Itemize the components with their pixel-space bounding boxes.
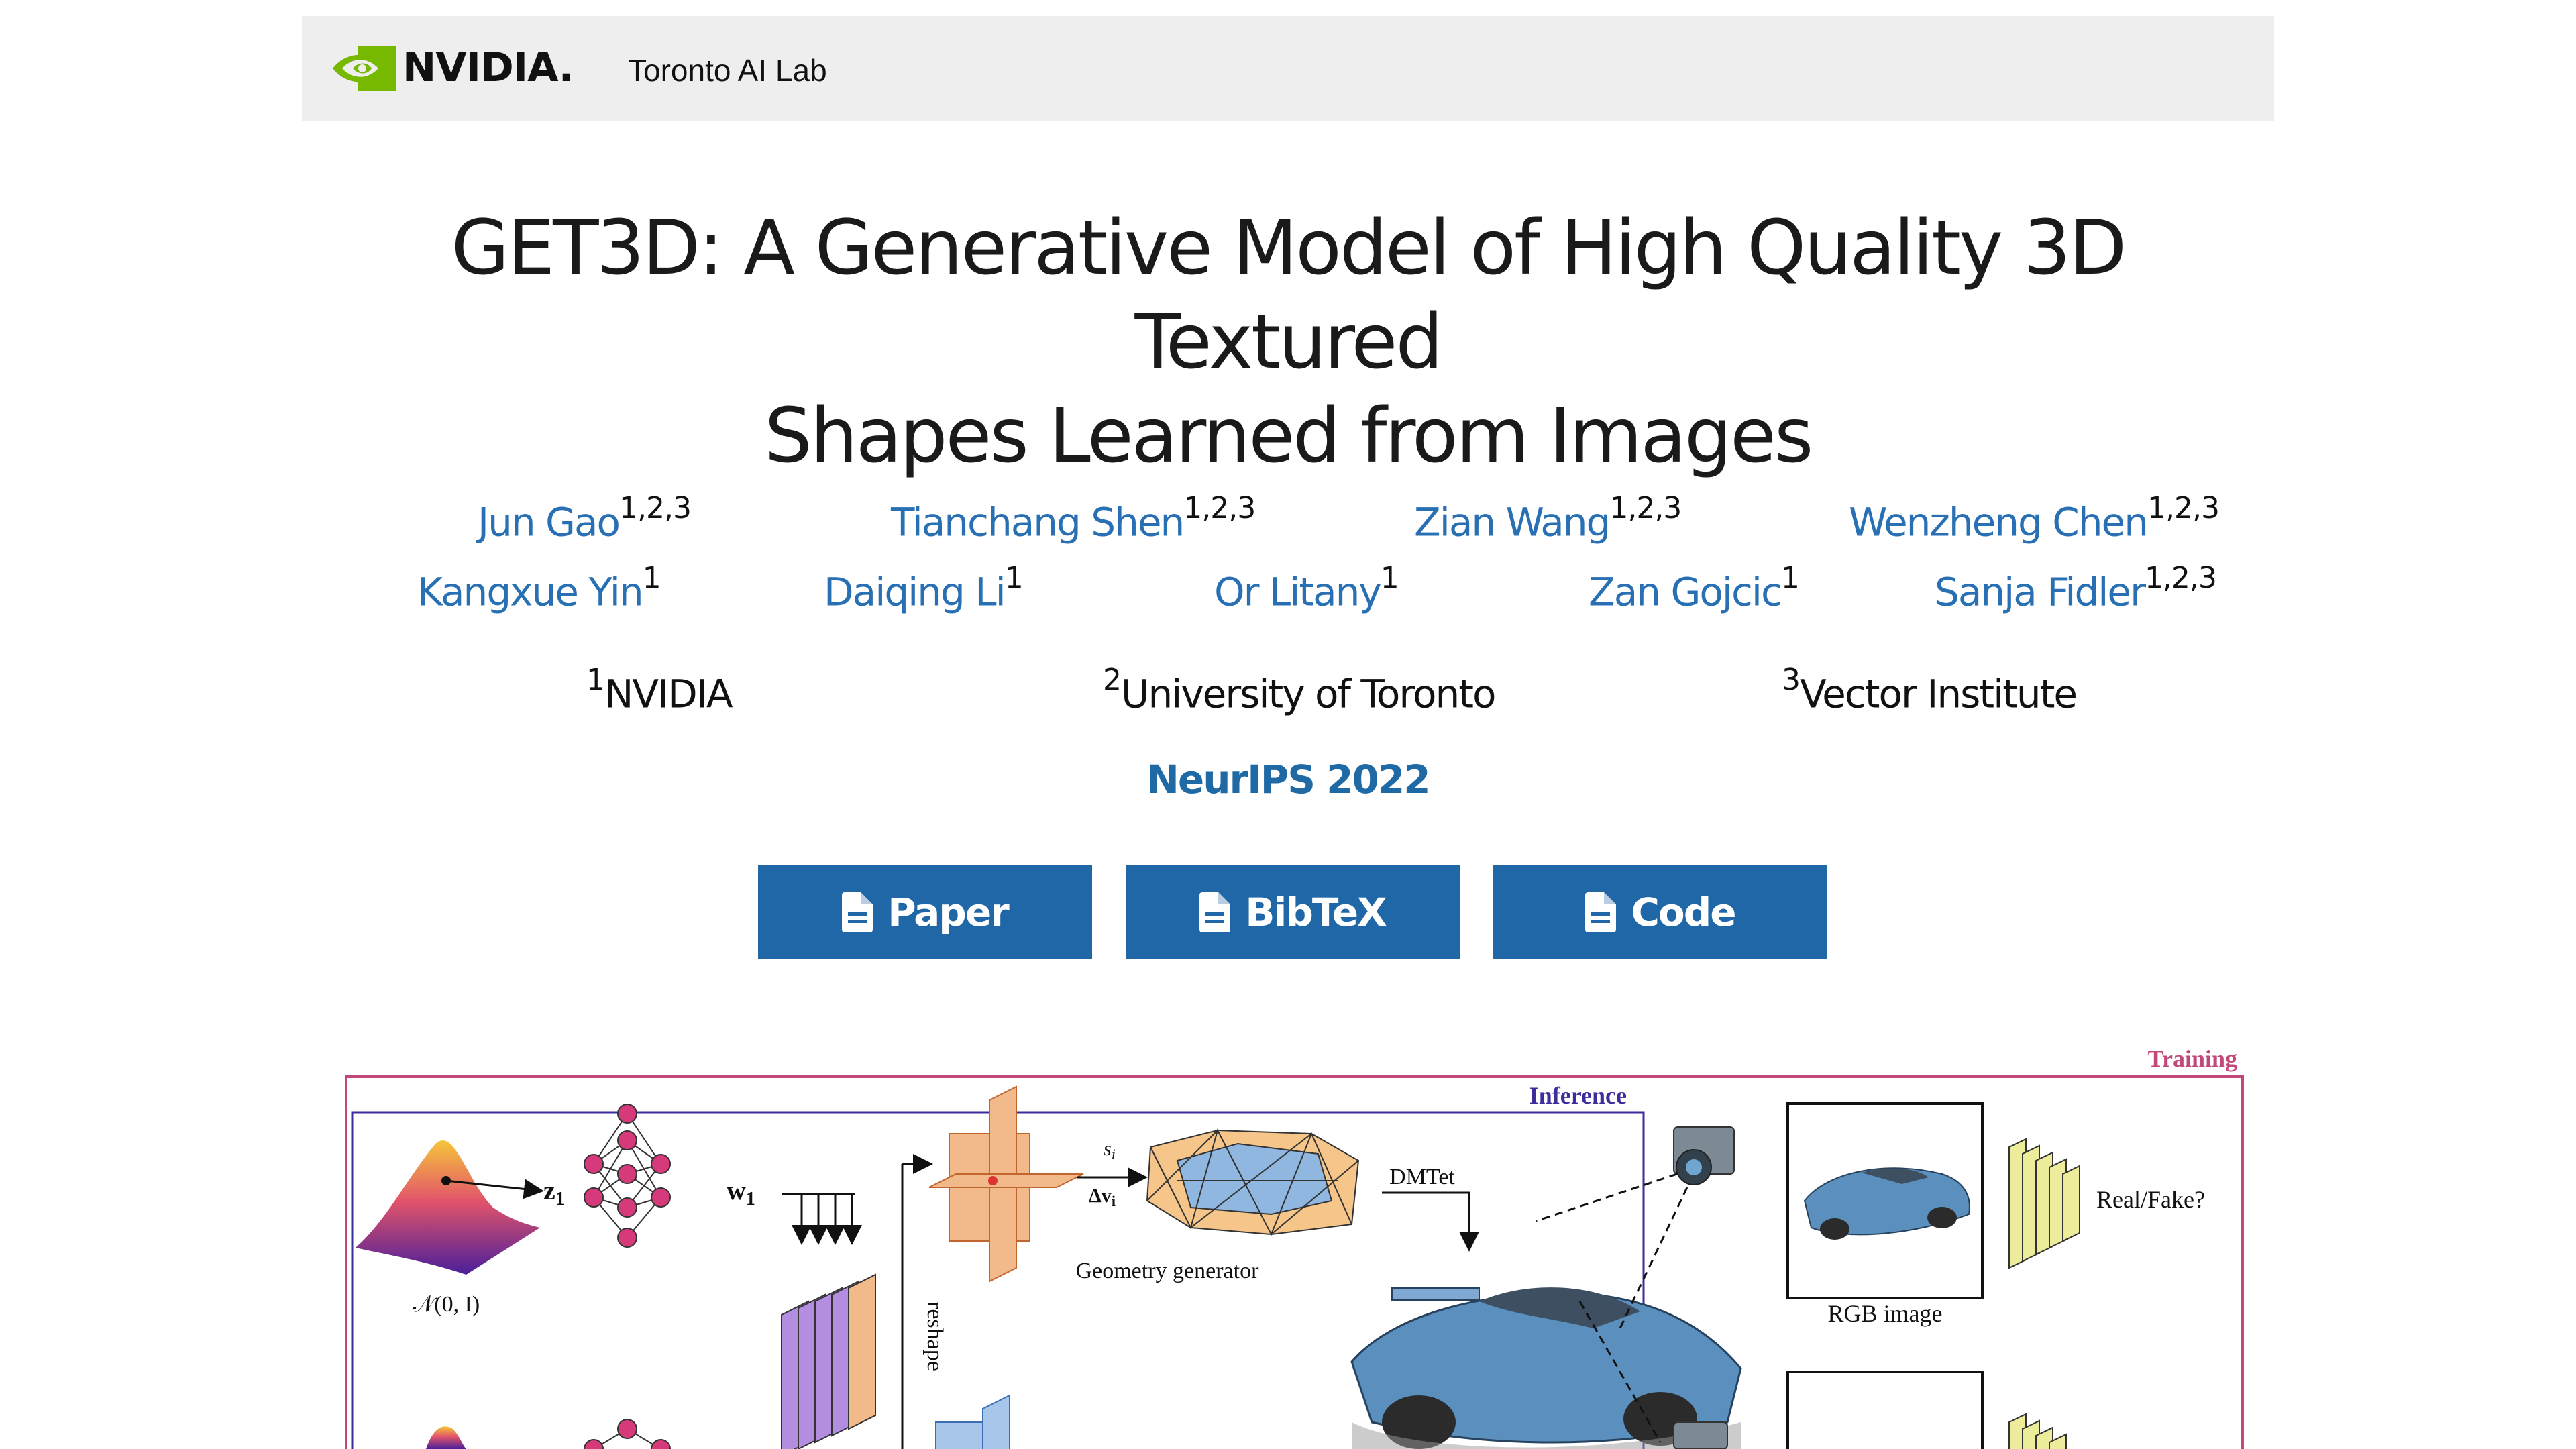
dmtet-tetrahedral-grid-icon [1146,1128,1360,1236]
author-name[interactable]: Or Litany [1214,569,1382,614]
title-line-1: GET3D: A Generative Model of High Qualit… [451,205,2127,386]
author-name[interactable]: Tianchang Shen [891,499,1185,545]
author-name[interactable]: Daiqing Li [824,569,1006,614]
file-icon [1199,892,1231,932]
venue-label: NeurIPS 2022 [1146,757,1430,802]
nvidia-eye-logo-icon[interactable] [333,46,396,91]
dmtet-label: DMTet [1389,1165,1455,1189]
rgb-image-label: RGB image [1828,1300,1943,1327]
author-affiliation-index: 1,2,3 [2147,491,2220,525]
author-link-jun-gao[interactable]: Jun Gao1,2,3 [478,491,692,545]
real-fake-label: Real/Fake? [2096,1186,2205,1213]
header-bar: NVIDIA. Toronto AI Lab [302,16,2274,121]
author-link-kangxue-yin[interactable]: Kangxue Yin1 [417,561,661,614]
author-link-sanja-fidler[interactable]: Sanja Fidler1,2,3 [1935,561,2217,614]
author-name[interactable]: Wenzheng Chen [1849,499,2149,545]
page-title: GET3D: A Generative Model of High Qualit… [302,201,2274,483]
query-point [988,1176,998,1185]
author-affiliation-index: 1,2,3 [1609,491,1682,525]
file-icon [1585,892,1617,932]
nvidia-wordmark[interactable]: NVIDIA. [402,44,574,91]
affiliation-name: University of Toronto [1121,671,1496,717]
author-link-wenzheng-chen[interactable]: Wenzheng Chen1,2,3 [1849,491,2220,545]
affiliation-name: NVIDIA [604,671,733,717]
dv-label: Δvi [1089,1185,1116,1210]
paper-button-label[interactable]: Paper [888,890,1010,935]
author-name[interactable]: Zan Gojcic [1589,569,1782,614]
code-button-label[interactable]: Code [1631,890,1736,935]
affiliation-name: Vector Institute [1800,671,2078,717]
tri-plane-feature-stack-icon [781,1273,876,1449]
author-affiliation-index: 1 [1004,561,1024,595]
affiliation-index: 1 [586,663,605,697]
author-link-zan-gojcic[interactable]: Zan Gojcic1 [1589,561,1800,614]
normal-distribution-label: 𝒩(0, I) [413,1292,480,1317]
author-name[interactable]: Sanja Fidler [1935,569,2146,614]
camera-icon [1673,1126,1735,1185]
discriminator-icon [2008,1138,2080,1269]
geometry-generator-label: Geometry generator [1076,1258,1259,1283]
w1-label: w1 [727,1175,755,1210]
dmtet-arrow [1382,1191,1479,1252]
discriminator-icon [2008,1413,2067,1449]
author-link-daiqing-li[interactable]: Daiqing Li1 [824,561,1024,614]
affiliation-nvidia: 1NVIDIA [586,663,733,717]
style-injection-arrows [792,1194,862,1245]
reshape-label: reshape [922,1301,947,1371]
gaussian-distribution-icon [426,1426,466,1449]
affiliation-university-of-toronto: 2University of Toronto [1103,663,1496,717]
camera-ray [1536,1173,1678,1222]
code-button[interactable]: Code [1493,865,1827,959]
texture-mapping-network-icon [584,1419,671,1449]
training-label: Training [2148,1046,2237,1072]
paper-button[interactable]: Paper [758,865,1092,959]
author-affiliation-index: 1,2,3 [1183,491,1256,525]
affiliation-vector-institute: 3Vector Institute [1782,663,2078,717]
pipeline-figure: Training Inference z1 𝒩(0, I) w1 reshape… [345,1046,2244,1449]
bibtex-button-label[interactable]: BibTeX [1245,890,1387,935]
camera-icon [1673,1421,1728,1449]
author-affiliation-index: 1,2,3 [2144,561,2217,595]
author-affiliation-index: 1 [1780,561,1800,595]
pipeline-diagram: Training Inference z1 𝒩(0, I) w1 reshape… [345,1046,2244,1449]
author-link-zian-wang[interactable]: Zian Wang1,2,3 [1414,491,1682,545]
author-name[interactable]: Jun Gao [478,499,621,545]
mask-image-frame [1786,1371,1984,1449]
affiliation-index: 3 [1782,663,1801,697]
author-link-tianchang-shen[interactable]: Tianchang Shen1,2,3 [891,491,1256,545]
author-affiliation-index: 1 [642,561,661,595]
author-affiliation-index: 1 [1380,561,1399,595]
z1-label: z1 [543,1175,565,1210]
texture-tri-plane-icon [935,1394,1010,1449]
affiliation-index: 2 [1103,663,1122,697]
author-link-or-litany[interactable]: Or Litany1 [1214,561,1399,614]
lab-name[interactable]: Toronto AI Lab [628,52,827,89]
mapping-network-icon [584,1104,671,1248]
inference-label: Inference [1529,1082,1627,1109]
geometry-tri-plane-icon [928,1085,1084,1283]
author-affiliation-index: 1,2,3 [619,491,692,525]
file-icon [842,892,873,932]
title-line-2: Shapes Learned from Images [764,392,1814,480]
author-name[interactable]: Zian Wang [1414,499,1611,545]
author-name[interactable]: Kangxue Yin [417,569,644,614]
bibtex-button[interactable]: BibTeX [1126,865,1460,959]
si-label: si [1104,1138,1116,1163]
gaussian-distribution-icon [356,1140,540,1275]
